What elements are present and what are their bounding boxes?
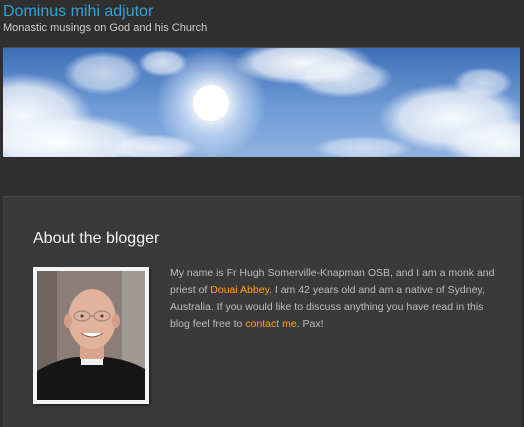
profile-photo [33, 267, 149, 404]
about-bio: My name is Fr Hugh Somerville-Knapman OS… [170, 265, 500, 333]
about-widget: About the blogger My name is Fr Hugh Som… [3, 196, 521, 427]
blog-tagline: Monastic musings on God and his Church [3, 22, 208, 34]
header-banner-image [3, 47, 520, 157]
about-heading: About the blogger [33, 230, 160, 247]
contact-me-link[interactable]: contact me [245, 318, 296, 330]
bio-text-3: . Pax! [296, 318, 324, 330]
page: Dominus mihi adjutor Monastic musings on… [0, 0, 524, 427]
profile-photo-image [37, 271, 145, 400]
blog-title-link[interactable]: Dominus mihi adjutor [3, 2, 153, 22]
douai-abbey-link[interactable]: Douai Abbey [210, 284, 269, 296]
sky-sun-image [3, 48, 520, 157]
